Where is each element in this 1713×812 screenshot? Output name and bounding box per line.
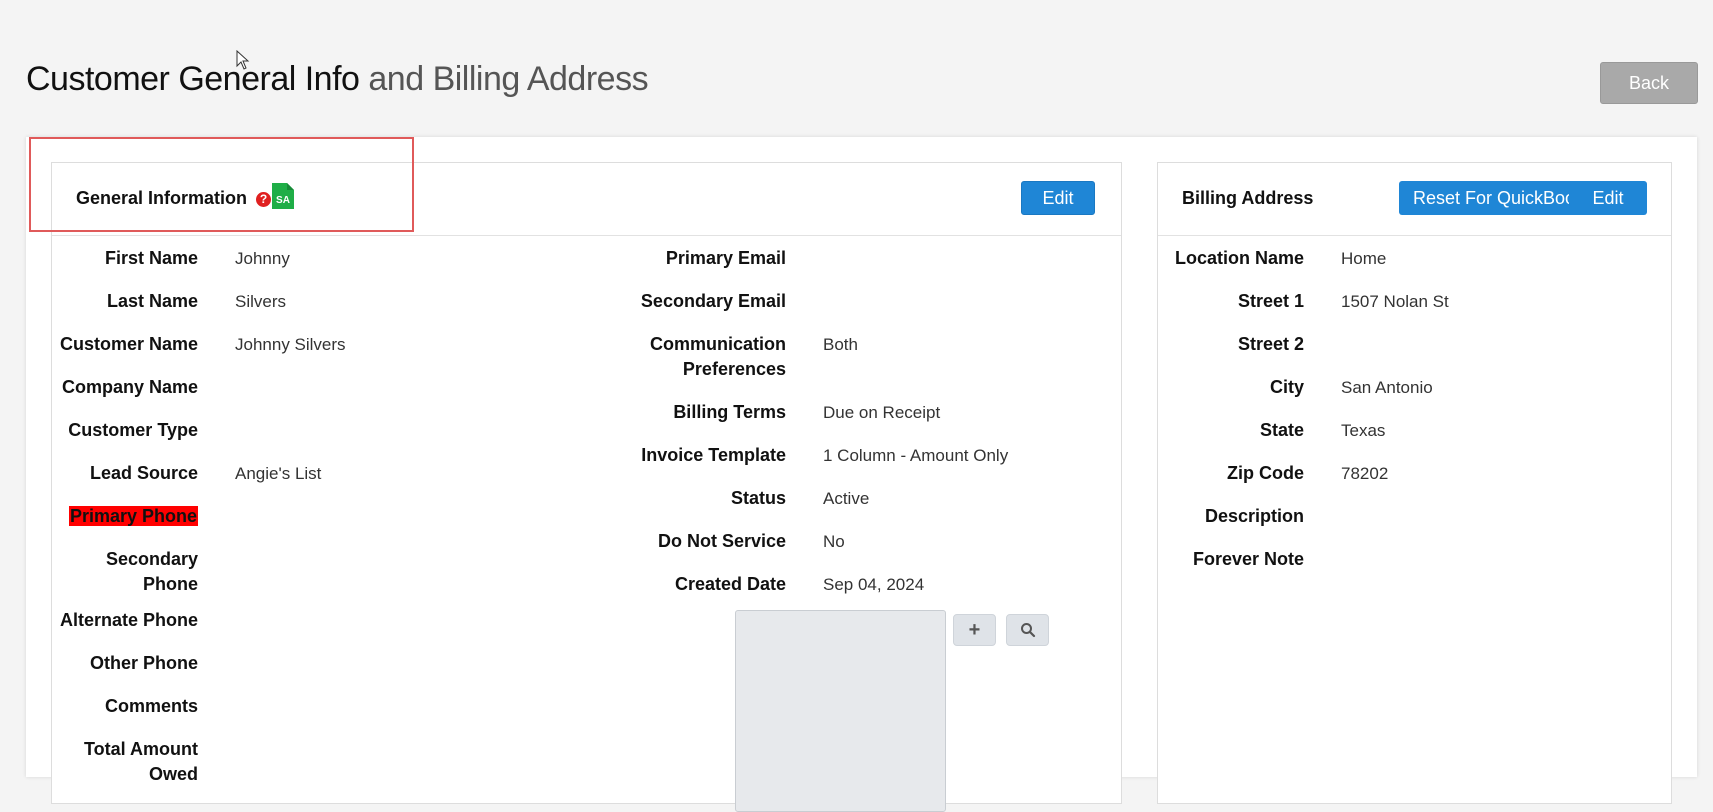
field-label: Secondary Phone <box>105 549 198 594</box>
billing-address-panel: Billing Address Reset For QuickBooks Edi… <box>1157 162 1672 804</box>
field-alternate-phone: Alternate Phone <box>52 597 346 640</box>
field-primary-email: Primary Email <box>577 235 1008 278</box>
field-secondary-email: Secondary Email <box>577 278 1008 321</box>
field-value: 78202 <box>1341 464 1389 483</box>
field-value: Silvers <box>235 292 287 311</box>
general-right-column: Primary Email Secondary Email Communicat… <box>577 235 1008 647</box>
field-created-date: Created Date Sep 04, 2024 <box>577 561 1008 604</box>
field-value: Both <box>823 335 858 354</box>
billing-button-group: Reset For QuickBooks Edit <box>1399 181 1647 215</box>
field-value: Due on Receipt <box>823 403 941 422</box>
field-communication-preferences: Communication Preferences Both <box>577 321 1008 389</box>
general-information-panel: General Information ? SA Edit First Name… <box>51 162 1122 804</box>
search-tag-button[interactable] <box>1006 614 1049 646</box>
field-label: Forever Note <box>1192 549 1304 569</box>
field-other-phone: Other Phone <box>52 640 346 683</box>
field-customer-type: Customer Type <box>52 407 346 450</box>
field-company-name: Company Name <box>52 364 346 407</box>
field-secondary-phone: Secondary Phone <box>52 536 346 597</box>
field-last-name: Last Name Silvers <box>52 278 346 321</box>
field-label: Other Phone <box>89 653 198 673</box>
general-information-header: General Information ? SA Edit <box>52 163 1121 236</box>
field-label: First Name <box>104 248 198 268</box>
field-label: Street 1 <box>1237 291 1304 311</box>
field-value: Active <box>823 489 870 508</box>
field-label: Last Name <box>106 291 198 311</box>
field-value: 1 Column - Amount Only <box>823 446 1009 465</box>
reset-for-quickbooks-button[interactable]: Reset For QuickBooks <box>1399 181 1569 215</box>
back-button[interactable]: Back <box>1600 62 1698 104</box>
field-location-name: Location Name Home <box>1158 235 1449 278</box>
general-information-title-text: General Information <box>76 188 248 208</box>
field-value: No <box>823 532 845 551</box>
field-label-highlighted: Primary Phone <box>68 506 198 526</box>
field-street-1: Street 1 1507 Nolan St <box>1158 278 1449 321</box>
field-zip-code: Zip Code 78202 <box>1158 450 1449 493</box>
general-edit-button[interactable]: Edit <box>1021 181 1095 215</box>
general-information-title: General Information ? <box>76 188 272 209</box>
field-invoice-template: Invoice Template 1 Column - Amount Only <box>577 432 1008 475</box>
field-status: Status Active <box>577 475 1008 518</box>
field-total-amount-owed: Total Amount Owed <box>52 726 346 787</box>
field-label: Secondary Email <box>640 291 786 311</box>
field-label: Zip Code <box>1227 463 1304 483</box>
field-value: 1507 Nolan St <box>1341 292 1449 311</box>
field-label: Customer Type <box>68 420 198 440</box>
field-value: Johnny Silvers <box>235 335 346 354</box>
field-value: San Antonio <box>1341 378 1433 397</box>
field-street-2: Street 2 <box>1158 321 1449 364</box>
field-label: State <box>1259 420 1304 440</box>
field-first-name: First Name Johnny <box>52 235 346 278</box>
field-city: City San Antonio <box>1158 364 1449 407</box>
field-description: Description <box>1158 493 1449 536</box>
field-label: Street 2 <box>1237 334 1304 354</box>
field-value: Sep 04, 2024 <box>823 575 925 594</box>
field-label: Communication Preferences <box>649 334 786 379</box>
field-lead-source: Lead Source Angie's List <box>52 450 346 493</box>
field-label: Primary Email <box>665 248 786 268</box>
field-value: Johnny <box>235 249 290 268</box>
help-icon[interactable]: ? <box>256 191 272 207</box>
add-tag-button[interactable]: + <box>953 614 996 646</box>
field-label: Total Amount Owed <box>84 739 198 784</box>
billing-edit-button[interactable]: Edit <box>1569 181 1647 215</box>
tags-input[interactable] <box>735 610 946 812</box>
billing-address-header: Billing Address Reset For QuickBooks Edi… <box>1158 163 1671 236</box>
billing-address-title: Billing Address <box>1182 188 1314 208</box>
field-label: Comments <box>104 696 198 716</box>
field-label: Do Not Service <box>657 531 786 551</box>
field-label: Description <box>1204 506 1304 526</box>
page-title: Customer General Info and Billing Addres… <box>26 60 649 99</box>
field-label: Location Name <box>1174 248 1304 268</box>
field-label: Status <box>730 488 786 508</box>
field-label-wrap: Primary Phone <box>52 493 198 530</box>
field-label: Company Name <box>61 377 198 397</box>
field-label: Lead Source <box>89 463 198 483</box>
field-forever-note: Forever Note <box>1158 536 1449 579</box>
search-icon <box>1020 622 1035 637</box>
field-do-not-service: Do Not Service No <box>577 518 1008 561</box>
field-value: Angie's List <box>235 464 322 483</box>
field-primary-phone: Primary Phone <box>52 493 346 536</box>
mouse-cursor-icon <box>236 50 250 70</box>
field-billing-terms: Billing Terms Due on Receipt <box>577 389 1008 432</box>
general-left-column: First Name Johnny Last Name Silvers Cust… <box>52 235 346 787</box>
field-value: Texas <box>1341 421 1386 440</box>
sa-file-icon[interactable]: SA <box>272 183 294 209</box>
field-label: Customer Name <box>59 334 198 354</box>
sa-icon-text: SA <box>276 195 290 206</box>
field-label: Alternate Phone <box>59 610 198 630</box>
page-title-main: Customer General Info <box>26 60 360 98</box>
field-label: Created Date <box>674 574 786 594</box>
field-state: State Texas <box>1158 407 1449 450</box>
field-label: City <box>1269 377 1304 397</box>
page-title-sub: and Billing Address <box>368 60 649 98</box>
field-customer-name: Customer Name Johnny Silvers <box>52 321 346 364</box>
field-comments: Comments <box>52 683 346 726</box>
field-label: Invoice Template <box>641 445 786 465</box>
plus-icon: + <box>968 619 981 641</box>
field-label: Billing Terms <box>673 402 786 422</box>
billing-fields: Location Name Home Street 1 1507 Nolan S… <box>1158 235 1449 579</box>
field-value: Home <box>1341 249 1387 268</box>
